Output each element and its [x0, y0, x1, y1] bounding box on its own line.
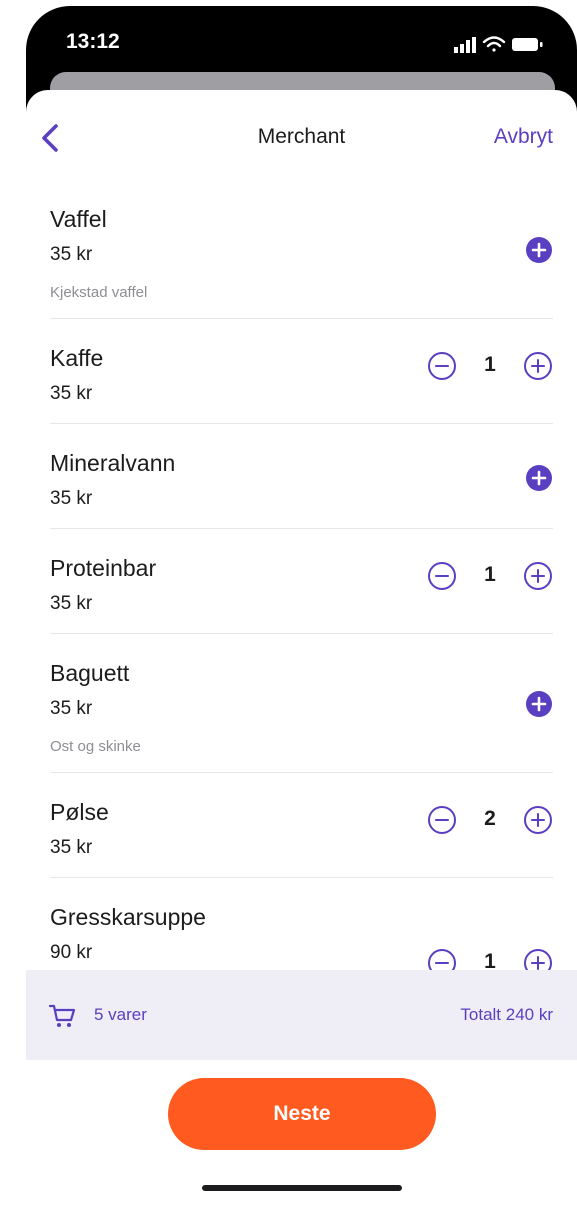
minus-circle-icon — [428, 562, 456, 590]
item-price: 90 kr — [50, 942, 93, 963]
merchant-sheet: Merchant Avbryt Vaffel 35 kr Kjekstad va… — [26, 90, 577, 1205]
cart-icon — [48, 1004, 76, 1027]
product-list[interactable]: Vaffel 35 kr Kjekstad vaffel Kaffe 35 kr — [26, 180, 577, 970]
list-item: Kaffe 35 kr 1 — [50, 319, 553, 424]
item-name: Pølse — [50, 799, 109, 825]
minus-circle-icon — [428, 806, 456, 834]
item-name: Vaffel — [50, 206, 107, 232]
quantity-value: 2 — [484, 807, 496, 830]
plus-circle-icon — [524, 352, 552, 380]
quantity-stepper: 2 — [427, 805, 553, 835]
increase-button[interactable] — [523, 351, 553, 381]
item-name: Proteinbar — [50, 555, 157, 581]
quantity-stepper: 1 — [427, 948, 553, 970]
item-name: Mineralvann — [50, 450, 176, 476]
decrease-button[interactable] — [427, 561, 457, 591]
battery-icon — [512, 38, 543, 51]
item-price: 35 kr — [50, 488, 93, 509]
minus-circle-icon — [428, 352, 456, 380]
quantity-value: 1 — [484, 563, 496, 586]
decrease-button[interactable] — [427, 805, 457, 835]
item-description: Kjekstad vaffel — [50, 284, 148, 301]
list-item: Pølse 35 kr 2 — [50, 773, 553, 878]
quantity-stepper: 1 — [427, 561, 553, 591]
list-item: Baguett 35 kr Ost og skinke — [50, 634, 553, 773]
decrease-button[interactable] — [427, 948, 457, 970]
nav-bar: Merchant Avbryt — [26, 90, 577, 180]
list-item: Mineralvann 35 kr — [50, 424, 553, 529]
item-name: Kaffe — [50, 345, 104, 371]
item-name: Gresskarsuppe — [50, 904, 206, 930]
quantity-stepper: 1 — [427, 351, 553, 381]
add-item-button[interactable] — [525, 464, 553, 492]
plus-circle-filled-icon — [526, 465, 552, 491]
item-name: Baguett — [50, 660, 130, 686]
plus-circle-filled-icon — [526, 237, 552, 263]
cart-summary-bar[interactable]: 5 varer Totalt 240 kr — [26, 970, 577, 1060]
cart-item-count: 5 varer — [94, 1005, 147, 1024]
signal-icon — [454, 37, 476, 53]
increase-button[interactable] — [523, 561, 553, 591]
plus-circle-icon — [524, 949, 552, 970]
item-price: 35 kr — [50, 593, 93, 614]
phone-frame: 13:12 Merchant Avbryt Vaffel 35 kr Kjeks… — [26, 6, 577, 1205]
minus-circle-icon — [428, 949, 456, 970]
quantity-value: 1 — [484, 950, 496, 970]
item-price: 35 kr — [50, 383, 93, 404]
wifi-icon — [482, 36, 506, 52]
next-button[interactable]: Neste — [168, 1078, 436, 1150]
decrease-button[interactable] — [427, 351, 457, 381]
item-price: 35 kr — [50, 698, 93, 719]
home-indicator — [202, 1185, 402, 1191]
increase-button[interactable] — [523, 948, 553, 970]
quantity-value: 1 — [484, 353, 496, 376]
cart-total: Totalt 240 kr — [460, 1005, 553, 1024]
add-item-button[interactable] — [525, 236, 553, 264]
list-item: Proteinbar 35 kr 1 — [50, 529, 553, 634]
plus-circle-filled-icon — [526, 691, 552, 717]
list-item: Gresskarsuppe 90 kr 1 — [50, 878, 553, 970]
list-item: Vaffel 35 kr Kjekstad vaffel — [50, 180, 553, 319]
plus-circle-icon — [524, 806, 552, 834]
item-description: Ost og skinke — [50, 738, 141, 755]
status-bar: 13:12 — [26, 6, 577, 76]
cancel-button[interactable]: Avbryt — [494, 125, 553, 149]
status-time: 13:12 — [66, 30, 120, 53]
item-price: 35 kr — [50, 244, 93, 265]
increase-button[interactable] — [523, 805, 553, 835]
status-icons — [454, 36, 543, 53]
plus-circle-icon — [524, 562, 552, 590]
item-price: 35 kr — [50, 837, 93, 858]
add-item-button[interactable] — [525, 690, 553, 718]
